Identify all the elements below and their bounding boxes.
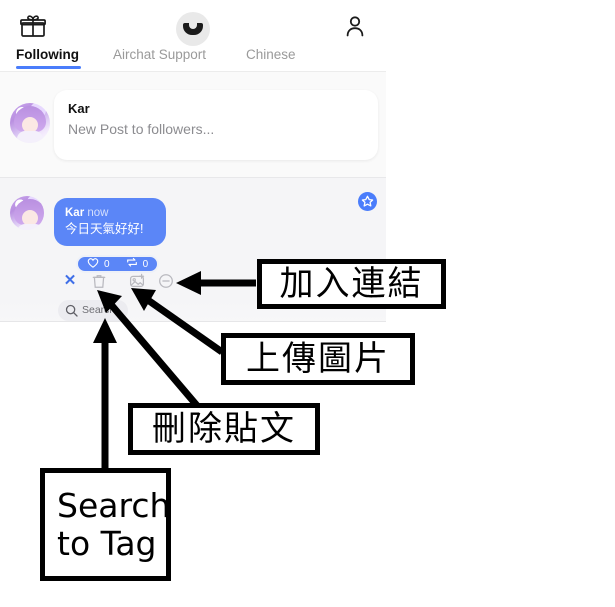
tab-label-row: Following Airchat Support Chinese — [0, 47, 386, 69]
delete-post-button[interactable] — [90, 272, 108, 290]
annotation-delete-post: 刪除貼文 — [128, 403, 320, 455]
search-input[interactable]: Search — [58, 300, 128, 321]
post-text: 今日天氣好好! — [65, 222, 144, 236]
composer-placeholder: New Post to followers... — [68, 121, 215, 137]
gift-icon[interactable] — [20, 14, 46, 38]
cancel-post-button[interactable]: ✕ — [61, 272, 79, 290]
tab-airchat-support[interactable]: Airchat Support — [113, 47, 206, 62]
header-icon-row — [0, 8, 386, 46]
active-tab-indicator — [16, 66, 81, 69]
star-icon — [361, 195, 374, 207]
search-icon — [65, 304, 78, 317]
avatar-body — [17, 131, 43, 143]
annotation-upload-image: 上傳圖片 — [221, 333, 415, 385]
app-region-bottom-edge — [0, 321, 386, 322]
avatar-body — [17, 224, 43, 230]
post-bubble[interactable]: Kar now 今日天氣好好! — [54, 198, 166, 246]
post-timestamp: now — [87, 207, 109, 219]
post-author-avatar[interactable] — [10, 196, 44, 230]
annotation-delete-post-text: 刪除貼文 — [152, 409, 296, 449]
composer-avatar[interactable] — [10, 103, 50, 143]
favorite-star-button[interactable] — [358, 192, 377, 211]
composer-author-name: Kar — [68, 101, 90, 116]
post-meta: Kar now — [65, 206, 155, 220]
post-action-row: ✕ — [58, 272, 188, 294]
add-link-button[interactable] — [157, 272, 175, 290]
profile-icon[interactable] — [345, 14, 365, 38]
tab-following[interactable]: Following — [16, 47, 79, 62]
arrow-to-search-input — [93, 318, 117, 468]
search-input-text: Search — [82, 304, 116, 316]
heart-icon[interactable] — [87, 255, 99, 273]
new-post-composer[interactable]: Kar New Post to followers... — [54, 90, 378, 160]
upload-image-button[interactable] — [128, 272, 146, 290]
post-reactions-bar[interactable]: 0 0 — [76, 255, 160, 273]
like-count: 0 — [104, 258, 110, 270]
app-screenshot-region: Following Airchat Support Chinese Kar Ne… — [0, 0, 386, 322]
annotation-upload-image-text: 上傳圖片 — [246, 339, 390, 379]
composer-divider — [0, 177, 386, 178]
post-author-name: Kar — [65, 207, 85, 219]
annotation-search-to-tag-text: Search to Tag — [57, 485, 171, 563]
repost-count: 0 — [142, 258, 149, 270]
annotation-search-to-tag: Search to Tag — [40, 468, 171, 581]
top-navigation-bar: Following Airchat Support Chinese — [0, 0, 386, 72]
tab-chinese[interactable]: Chinese — [246, 47, 296, 62]
repost-icon[interactable] — [126, 255, 138, 273]
app-logo-avatar[interactable] — [176, 12, 210, 46]
